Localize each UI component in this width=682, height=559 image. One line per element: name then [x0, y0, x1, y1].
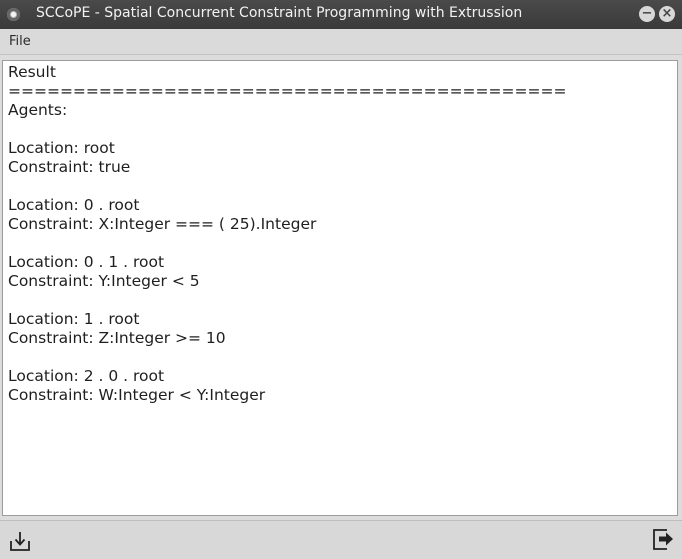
import-icon[interactable] [9, 529, 33, 553]
result-line: Result [8, 63, 56, 81]
result-line [8, 120, 673, 139]
result-line: Location: 1 . root [8, 310, 140, 328]
result-line [8, 348, 673, 367]
close-button[interactable]: × [659, 6, 675, 22]
result-line [8, 234, 673, 253]
result-line: ========================================… [8, 82, 567, 100]
menu-file[interactable]: File [9, 34, 31, 49]
menu-bar: File [0, 29, 682, 55]
result-line [8, 177, 673, 196]
result-line [8, 291, 673, 310]
exit-icon[interactable] [651, 526, 677, 552]
title-bar: SCCoPE - Spatial Concurrent Constraint P… [0, 0, 682, 29]
result-line: Constraint: W:Integer < Y:Integer [8, 386, 266, 404]
result-line: Constraint: Z:Integer >= 10 [8, 329, 226, 347]
result-text-area[interactable]: Result ==================================… [8, 63, 673, 511]
result-line: Agents: [8, 101, 68, 119]
app-icon [7, 8, 20, 21]
result-line: Location: root [8, 139, 115, 157]
result-line: Location: 2 . 0 . root [8, 367, 165, 385]
result-line: Constraint: true [8, 158, 131, 176]
bottom-toolbar [0, 520, 682, 559]
result-line: Constraint: X:Integer === ( 25).Integer [8, 215, 317, 233]
result-line: Location: 0 . root [8, 196, 140, 214]
window-title: SCCoPE - Spatial Concurrent Constraint P… [36, 5, 523, 21]
result-panel: Result ==================================… [2, 60, 678, 516]
result-line: Location: 0 . 1 . root [8, 253, 165, 271]
minimize-button[interactable]: − [639, 6, 655, 22]
result-line: Constraint: Y:Integer < 5 [8, 272, 200, 290]
